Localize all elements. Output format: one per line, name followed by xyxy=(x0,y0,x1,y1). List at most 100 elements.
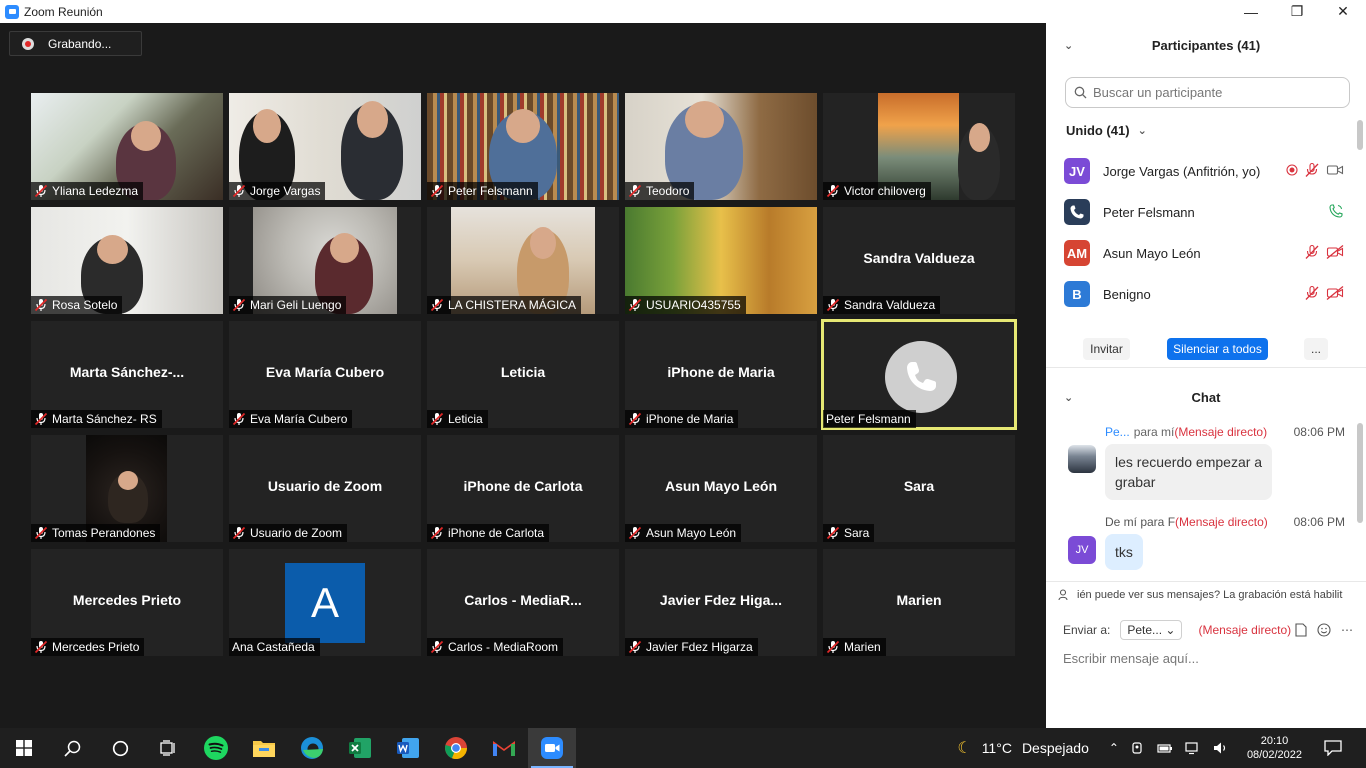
participant-tile[interactable]: Peter Felsmann xyxy=(427,93,619,200)
participant-row[interactable]: B Benigno xyxy=(1064,281,1344,307)
participant-name-label: LA CHISTERA MÁGICA xyxy=(427,296,582,314)
participant-row[interactable]: AM Asun Mayo León xyxy=(1064,240,1344,266)
participant-tile[interactable]: Rosa Sotelo xyxy=(31,207,223,314)
participant-tile[interactable]: Jorge Vargas xyxy=(229,93,421,200)
joined-group[interactable]: Unido (41) ⌄ xyxy=(1066,123,1147,138)
more-options-button[interactable]: ... xyxy=(1304,338,1328,360)
windows-start-button[interactable] xyxy=(0,728,48,768)
muted-mic-icon xyxy=(826,184,840,198)
participant-search[interactable] xyxy=(1065,77,1350,108)
network-icon[interactable] xyxy=(1185,741,1201,755)
participant-tile[interactable]: Tomas Perandones xyxy=(31,435,223,542)
my-avatar: JV xyxy=(1068,536,1096,564)
gmail-app[interactable] xyxy=(480,728,528,768)
excel-app[interactable] xyxy=(336,728,384,768)
participant-row[interactable]: JV Jorge Vargas (Anfitrión, yo) xyxy=(1064,158,1344,184)
more-icon[interactable]: ⋯ xyxy=(1341,623,1353,637)
chat-visibility-notice[interactable]: ién puede ver sus mensajes? La grabación… xyxy=(1046,584,1366,606)
weather-widget[interactable]: ☾ 11°C Despejado xyxy=(957,738,1089,758)
scroll-thumb[interactable] xyxy=(1357,423,1363,523)
phone-icon xyxy=(885,341,957,413)
participant-tile[interactable]: Marta Sánchez-... Marta Sánchez- RS xyxy=(31,321,223,428)
mute-all-button[interactable]: Silenciar a todos xyxy=(1167,338,1268,360)
participant-tile[interactable]: Sara Sara xyxy=(823,435,1015,542)
word-icon xyxy=(397,738,419,758)
clock[interactable]: 20:10 08/02/2022 xyxy=(1247,734,1302,762)
chevron-down-icon[interactable]: ⌄ xyxy=(1064,39,1073,52)
muted-mic-icon xyxy=(34,640,48,654)
participant-tile[interactable]: Usuario de Zoom Usuario de Zoom xyxy=(229,435,421,542)
participant-name: Carlos - MediaRoom xyxy=(448,640,559,654)
file-icon[interactable] xyxy=(1295,623,1307,637)
participant-name-label: Yliana Ledezma xyxy=(31,182,144,200)
muted-mic-icon[interactable] xyxy=(1304,244,1320,263)
chrome-app[interactable] xyxy=(432,728,480,768)
muted-mic-icon[interactable] xyxy=(1304,162,1320,181)
close-button[interactable]: ✕ xyxy=(1320,0,1366,23)
camera-icon[interactable] xyxy=(1131,741,1145,755)
chat-message-input[interactable] xyxy=(1063,648,1353,668)
participant-tile[interactable]: Mari Geli Luengo xyxy=(229,207,421,314)
participant-name-label: Teodoro xyxy=(625,182,695,200)
chat-scrollbar[interactable] xyxy=(1357,418,1363,578)
battery-icon[interactable] xyxy=(1157,742,1173,754)
word-app[interactable] xyxy=(384,728,432,768)
speaker-icon[interactable] xyxy=(1213,741,1229,755)
recipient-select[interactable]: Pete... ⌄ xyxy=(1120,620,1183,640)
person-head xyxy=(253,109,281,144)
participant-tile[interactable]: USUARIO435755 xyxy=(625,207,817,314)
search-input[interactable] xyxy=(1093,85,1333,100)
emoji-icon[interactable] xyxy=(1317,623,1331,637)
participant-tile[interactable]: Victor chiloverg xyxy=(823,93,1015,200)
participant-tile[interactable]: Sandra Valdueza Sandra Valdueza xyxy=(823,207,1015,314)
participant-tile[interactable]: Eva María Cubero Eva María Cubero xyxy=(229,321,421,428)
temperature: 11°C xyxy=(981,740,1012,756)
message-meta: Pe... para mí (Mensaje directo) 08:06 PM xyxy=(1105,425,1355,439)
scroll-thumb[interactable] xyxy=(1357,120,1363,150)
chevron-down-icon[interactable]: ⌄ xyxy=(1064,391,1073,404)
participant-tile[interactable]: Javier Fdez Higa... Javier Fdez Higarza xyxy=(625,549,817,656)
participant-tile[interactable]: A Ana Castañeda xyxy=(229,549,421,656)
participant-tile[interactable]: Teodoro xyxy=(625,93,817,200)
participant-tile[interactable]: Peter Felsmann xyxy=(821,319,1017,430)
participant-tile[interactable]: Carlos - MediaR... Carlos - MediaRoom xyxy=(427,549,619,656)
edge-app[interactable] xyxy=(288,728,336,768)
participant-tile[interactable]: iPhone de Carlota iPhone de Carlota xyxy=(427,435,619,542)
participant-name-label: Jorge Vargas xyxy=(229,182,326,200)
participant-name: iPhone de Maria xyxy=(646,412,734,426)
participant-name: Marien xyxy=(844,640,881,654)
participant-tile[interactable]: Mercedes Prieto Mercedes Prieto xyxy=(31,549,223,656)
zoom-app[interactable] xyxy=(528,728,576,768)
file-explorer-app[interactable] xyxy=(240,728,288,768)
maximize-button[interactable]: ❐ xyxy=(1274,0,1320,23)
participant-row[interactable]: Peter Felsmann xyxy=(1064,199,1344,225)
invite-button[interactable]: Invitar xyxy=(1083,338,1130,360)
search-icon xyxy=(1074,86,1087,99)
recording-indicator[interactable]: Grabando... xyxy=(9,31,142,56)
message-sender[interactable]: Pe... xyxy=(1105,425,1130,439)
participant-name: Victor chiloverg xyxy=(844,184,926,198)
notifications-icon[interactable] xyxy=(1324,740,1342,756)
participant-name: Asun Mayo León xyxy=(1103,245,1201,261)
task-view-button[interactable] xyxy=(144,728,192,768)
person-head xyxy=(530,227,556,260)
minimize-button[interactable]: — xyxy=(1228,0,1274,23)
participant-tile[interactable]: iPhone de Maria iPhone de Maria xyxy=(625,321,817,428)
recording-label: Grabando... xyxy=(48,36,112,51)
muted-mic-icon[interactable] xyxy=(1304,285,1320,304)
participant-display-name: Sandra Valdueza xyxy=(863,250,975,266)
spotify-app[interactable] xyxy=(192,728,240,768)
participants-scrollbar[interactable] xyxy=(1357,120,1363,320)
participant-tile[interactable]: Leticia Leticia xyxy=(427,321,619,428)
participant-tile[interactable]: LA CHISTERA MÁGICA xyxy=(427,207,619,314)
participant-tile[interactable]: Yliana Ledezma xyxy=(31,93,223,200)
participant-name: Sara xyxy=(844,526,870,540)
send-to-row: Enviar a: Pete... ⌄ (Mensaje directo) ⋯ xyxy=(1063,619,1353,641)
video-camera-icon[interactable] xyxy=(1326,162,1344,181)
search-button[interactable] xyxy=(48,728,96,768)
participant-tile[interactable]: Asun Mayo León Asun Mayo León xyxy=(625,435,817,542)
cortana-button[interactable] xyxy=(96,728,144,768)
participant-tile[interactable]: Marien Marien xyxy=(823,549,1015,656)
chevron-up-icon[interactable]: ⌃ xyxy=(1109,741,1119,755)
participant-name-label: Sandra Valdueza xyxy=(823,296,941,314)
